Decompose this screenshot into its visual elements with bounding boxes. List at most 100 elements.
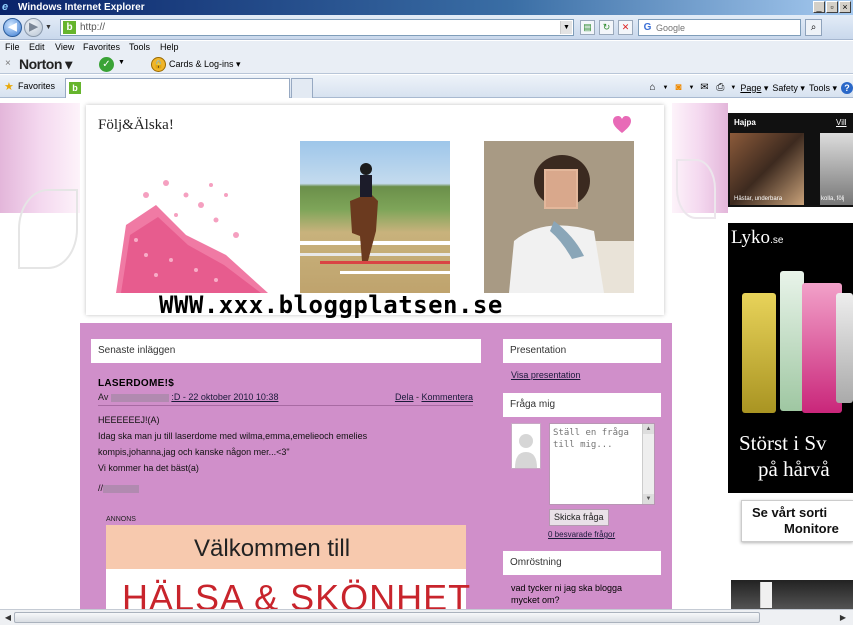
scroll-down-icon[interactable]: ▼ <box>643 494 654 504</box>
search-input[interactable] <box>656 21 796 34</box>
norton-safe-dropdown-icon[interactable]: ▼ <box>118 59 125 66</box>
home-dropdown-icon[interactable]: ▼ <box>662 85 668 91</box>
hearts-pile-image <box>116 180 268 293</box>
window-titlebar: e Windows Internet Explorer _ ▫ × <box>0 0 853 15</box>
lyko-ad[interactable]: Lyko.se Störst i Sv på hårvå <box>728 223 853 493</box>
post-meta-prefix: Av <box>98 392 109 402</box>
menu-tools[interactable]: Tools <box>129 42 150 52</box>
view-presentation-link[interactable]: Visa presentation <box>511 370 580 380</box>
safety-menu[interactable]: Safety ▾ <box>772 83 805 94</box>
hajpa-thumb-horses[interactable] <box>730 133 804 205</box>
scroll-left-icon[interactable]: ◀ <box>2 612 14 624</box>
home-icon[interactable]: ⌂ <box>646 82 658 94</box>
hajpa-caption: Hästar, underbara <box>734 196 783 202</box>
lyko-logo-name: Lyko <box>731 227 771 248</box>
avatar <box>511 423 541 469</box>
author-name-blurred[interactable] <box>110 393 169 402</box>
post-signature: // <box>98 483 140 493</box>
menu-file[interactable]: File <box>5 42 20 52</box>
assortment-ad[interactable]: Se vårt sorti Monitore <box>741 500 853 542</box>
minimize-button[interactable]: _ <box>813 1 825 13</box>
scroll-up-icon[interactable]: ▲ <box>643 424 654 434</box>
browser-tab[interactable]: b <box>65 78 290 98</box>
favorites-star-icon[interactable]: ★ <box>4 80 14 93</box>
maximize-button[interactable]: ▫ <box>826 1 838 13</box>
post-title[interactable]: LASERDOME!$ <box>98 378 174 389</box>
hajpa-thumb-person[interactable] <box>820 133 853 205</box>
address-dropdown-icon[interactable]: ▼ <box>560 21 572 34</box>
close-button[interactable]: × <box>839 1 851 13</box>
post-line: Vi kommer ha det bäst(a) <box>98 463 199 473</box>
compatibility-icon[interactable]: ▤ <box>580 20 595 35</box>
page-menu[interactable]: Page ▾ <box>740 83 768 94</box>
ad-label: ANNONS <box>106 516 136 523</box>
post-meta-date[interactable]: :D - 22 oktober 2010 10:38 <box>171 392 278 402</box>
feed-dropdown-icon[interactable]: ▼ <box>688 85 694 91</box>
norton-safe-icon[interactable]: ✓ <box>99 57 114 72</box>
tab-favicon-icon: b <box>69 82 81 94</box>
rss-feed-icon[interactable]: ◙ <box>672 82 684 94</box>
content-area: Senaste inläggen LASERDOME!$ Av :D - 22 … <box>80 323 672 609</box>
horizontal-scrollbar[interactable]: ◀ ▶ <box>0 609 853 625</box>
signature-blurred <box>103 484 140 493</box>
blog-title[interactable]: Följ&Älska! <box>98 117 174 134</box>
history-dropdown-icon[interactable]: ▼ <box>45 24 52 31</box>
blog-url-banner: WWW.xxx.bloggplatsen.se <box>159 291 503 319</box>
question-input[interactable] <box>550 424 642 504</box>
site-favicon-icon: b <box>63 21 76 34</box>
help-icon[interactable]: ? <box>841 82 853 94</box>
print-dropdown-icon[interactable]: ▼ <box>730 85 736 91</box>
poll-heading: Omröstning <box>503 551 661 575</box>
tools-menu-label: Tools <box>808 82 830 93</box>
command-bar: ⌂ ▼ ◙ ▼ ✉ ⎙ ▼ Page ▾ Safety ▾ Tools ▾ ? <box>646 81 853 95</box>
search-box[interactable]: G <box>638 19 801 36</box>
menu-edit[interactable]: Edit <box>29 42 45 52</box>
send-question-button[interactable]: Skicka fråga <box>549 509 609 526</box>
close-toolbar-icon[interactable]: × <box>5 58 11 69</box>
lyko-slogan-line2: på hårvå <box>758 457 830 481</box>
post-line: HEEEEEEJ!(A) <box>98 415 160 425</box>
norton-logo[interactable]: Norton ▾ <box>19 56 72 73</box>
share-link[interactable]: Dela <box>395 392 414 402</box>
scroll-right-icon[interactable]: ▶ <box>837 612 849 624</box>
search-icon[interactable]: ⌕ <box>805 19 822 36</box>
refresh-icon[interactable]: ↻ <box>599 20 614 35</box>
stop-icon[interactable]: ✕ <box>618 20 633 35</box>
hajpa-label: Hajpa <box>734 118 756 127</box>
menu-view[interactable]: View <box>55 42 74 52</box>
health-beauty-ad[interactable]: Välkommen till HÄLSA & SKÖNHET <box>106 525 470 609</box>
mail-icon[interactable]: ✉ <box>698 82 710 94</box>
lock-icon: 🔒 <box>151 57 166 72</box>
hajpa-ad[interactable]: Hajpa Vill Hästar, underbara kolla, följ <box>728 113 853 207</box>
scrollbar-thumb[interactable] <box>14 612 760 623</box>
menu-help[interactable]: Help <box>160 42 179 52</box>
page-menu-label: Page <box>740 82 762 93</box>
print-icon[interactable]: ⎙ <box>714 82 726 94</box>
poll-question: vad tycker ni jag ska blogga mycket om? <box>511 583 623 605</box>
photo-horse-rider[interactable] <box>300 141 450 293</box>
norton-toolbar: × Norton ▾ ✓ ▼ 🔒 Cards & Log-ins ▾ <box>0 55 853 74</box>
presentation-heading: Presentation <box>503 339 661 363</box>
assortment-line1: Se vårt sorti <box>752 505 828 520</box>
ad-headline: HÄLSA & SKÖNHET <box>122 577 472 609</box>
window-controls: _ ▫ × <box>813 1 851 13</box>
product-bottle-white <box>836 293 853 403</box>
hajpa-more-link[interactable]: Vill <box>836 118 847 127</box>
question-field-wrapper: ▲ ▼ <box>549 423 655 505</box>
comment-link[interactable]: Kommentera <box>421 392 473 402</box>
tools-menu[interactable]: Tools ▾ <box>809 83 837 94</box>
hajpa-caption: kolla, följ <box>821 196 845 202</box>
menu-favorites[interactable]: Favorites <box>83 42 120 52</box>
favorites-button[interactable]: Favorites <box>18 81 55 91</box>
cards-logins-menu[interactable]: Cards & Log-ins ▾ <box>169 59 241 70</box>
answered-questions-link[interactable]: 0 besvarade frågor <box>548 530 615 539</box>
forward-button[interactable]: ▶ <box>24 18 43 37</box>
address-field[interactable]: b http:// ▼ <box>60 19 574 36</box>
photo-girl[interactable] <box>484 141 634 293</box>
bottom-ad-image[interactable] <box>731 580 853 609</box>
back-button[interactable]: ◀ <box>3 18 22 37</box>
ad-frame-scrollbar[interactable] <box>760 582 772 608</box>
new-tab-button[interactable] <box>291 78 313 98</box>
question-scrollbar[interactable]: ▲ ▼ <box>642 424 654 504</box>
safety-menu-label: Safety <box>772 82 798 93</box>
